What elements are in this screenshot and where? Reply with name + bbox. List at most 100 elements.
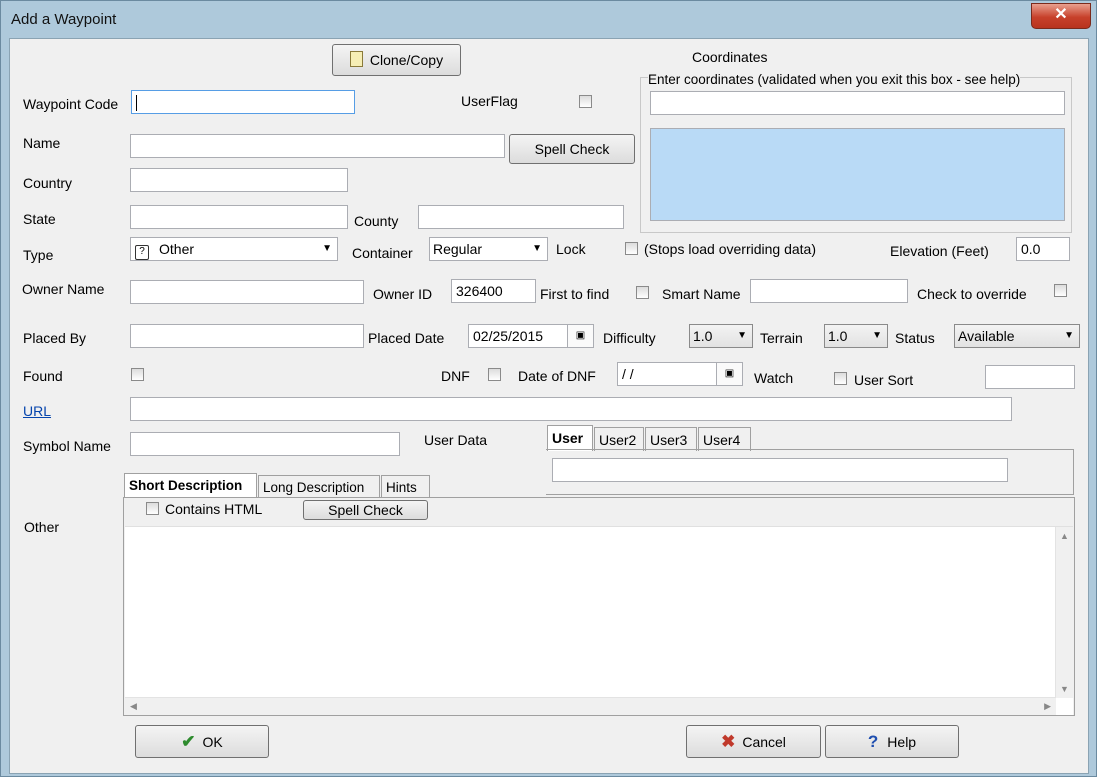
status-select[interactable]: Available ▼: [954, 324, 1080, 348]
container-select[interactable]: Regular ▼: [429, 237, 548, 261]
watch-checkbox[interactable]: [834, 372, 847, 385]
contains-html-checkbox[interactable]: [146, 502, 159, 515]
description-textarea[interactable]: ▲ ▼ ◀ ▶: [125, 526, 1073, 715]
symbol-name-input[interactable]: [130, 432, 400, 456]
chevron-down-icon: ▼: [737, 330, 747, 341]
help-button[interactable]: ? Help: [825, 725, 959, 758]
calendar-icon[interactable]: ▣: [716, 363, 742, 385]
tab-user4[interactable]: User4: [698, 427, 751, 451]
coordinates-result: [650, 128, 1065, 221]
other-label: Other: [24, 519, 60, 535]
vertical-scrollbar[interactable]: ▲ ▼: [1055, 527, 1073, 698]
user-sort-input[interactable]: [985, 365, 1075, 389]
date-of-dnf-label: Date of DNF: [518, 368, 596, 384]
container-label: Container: [352, 245, 413, 261]
smart-name-input[interactable]: [750, 279, 908, 303]
placed-date-value: 02/25/2015: [473, 328, 544, 344]
placed-date-label: Placed Date: [368, 330, 445, 346]
found-checkbox[interactable]: [131, 368, 144, 381]
found-label: Found: [23, 368, 63, 384]
contains-html-label: Contains HTML: [165, 501, 263, 517]
tab-user3[interactable]: User3: [645, 427, 697, 451]
user-data-label: User Data: [424, 432, 488, 448]
cancel-button[interactable]: ✖ Cancel: [686, 725, 821, 758]
watch-label: Watch: [754, 370, 794, 386]
clone-copy-button[interactable]: Clone/Copy: [332, 44, 461, 76]
county-input[interactable]: [418, 205, 624, 229]
tab-user[interactable]: User: [547, 425, 593, 451]
container-value: Regular: [433, 241, 483, 257]
userflag-label: UserFlag: [461, 93, 518, 109]
close-button[interactable]: ✕: [1031, 3, 1091, 29]
elevation-input[interactable]: 0.0: [1016, 237, 1070, 261]
difficulty-select[interactable]: 1.0 ▼: [689, 324, 753, 348]
calendar-icon[interactable]: ▣: [567, 325, 593, 347]
add-waypoint-window: Add a Waypoint ✕ Clone/Copy Coordinates …: [0, 0, 1097, 777]
elevation-label: Elevation (Feet): [890, 243, 989, 259]
coordinates-input[interactable]: [650, 91, 1065, 115]
owner-name-label: Owner Name: [22, 281, 105, 297]
placed-date-input[interactable]: 02/25/2015 ▣: [468, 324, 594, 348]
tab-hints[interactable]: Hints: [381, 475, 430, 499]
type-label: Type: [23, 247, 54, 263]
dialog-body: Clone/Copy Coordinates Enter coordinates…: [9, 38, 1089, 774]
lock-note: (Stops load overriding data): [644, 241, 816, 257]
description-spell-check-button[interactable]: Spell Check: [303, 500, 428, 520]
country-label: Country: [23, 175, 73, 191]
name-label: Name: [23, 135, 61, 151]
tab-long-description[interactable]: Long Description: [258, 475, 380, 499]
placed-by-input[interactable]: [130, 324, 364, 348]
tab-short-description[interactable]: Short Description: [124, 473, 257, 499]
url-link[interactable]: URL: [23, 403, 51, 419]
name-spell-check-button[interactable]: Spell Check: [509, 134, 635, 164]
dnf-label: DNF: [441, 368, 470, 384]
question-icon: ?: [135, 245, 149, 260]
clone-icon: [349, 51, 363, 67]
ok-label: OK: [202, 734, 223, 750]
horizontal-scrollbar[interactable]: ◀ ▶: [125, 697, 1056, 715]
clone-copy-label: Clone/Copy: [369, 52, 444, 68]
scroll-down-icon[interactable]: ▼: [1060, 684, 1069, 694]
description-panel: Contains HTML Spell Check ▲ ▼ ◀ ▶: [123, 497, 1075, 716]
terrain-value: 1.0: [828, 328, 848, 344]
url-input[interactable]: [130, 397, 1012, 421]
coordinates-title: Coordinates: [692, 49, 768, 65]
tab-user2[interactable]: User2: [594, 427, 644, 451]
type-value: Other: [159, 241, 195, 257]
text-caret: [136, 95, 137, 112]
difficulty-label: Difficulty: [603, 330, 656, 346]
chevron-down-icon: ▼: [532, 243, 542, 254]
scroll-up-icon[interactable]: ▲: [1060, 531, 1069, 541]
lock-checkbox[interactable]: [625, 242, 638, 255]
date-of-dnf-input[interactable]: / / ▣: [617, 362, 743, 386]
coordinates-group-label: Enter coordinates (validated when you ex…: [648, 72, 1021, 87]
check-to-override-checkbox[interactable]: [1054, 284, 1067, 297]
owner-id-input[interactable]: 326400: [451, 279, 536, 303]
window-title: Add a Waypoint: [11, 11, 117, 28]
status-value: Available: [958, 328, 1015, 344]
title-bar[interactable]: Add a Waypoint ✕: [1, 1, 1096, 37]
waypoint-code-input[interactable]: [131, 90, 355, 114]
name-input[interactable]: [130, 134, 505, 158]
first-to-find-checkbox[interactable]: [636, 286, 649, 299]
country-input[interactable]: [130, 168, 348, 192]
smart-name-label: Smart Name: [662, 286, 741, 302]
type-select[interactable]: ? Other ▼: [130, 237, 338, 261]
checkmark-icon: ✔: [181, 732, 196, 751]
chevron-down-icon: ▼: [322, 243, 332, 254]
state-input[interactable]: [130, 205, 348, 229]
scroll-left-icon[interactable]: ◀: [130, 701, 137, 712]
difficulty-value: 1.0: [693, 328, 713, 344]
terrain-select[interactable]: 1.0 ▼: [824, 324, 888, 348]
status-label: Status: [895, 330, 935, 346]
waypoint-code-label: Waypoint Code: [23, 96, 119, 112]
owner-id-label: Owner ID: [373, 286, 433, 302]
state-label: State: [23, 211, 56, 227]
date-of-dnf-value: / /: [622, 366, 634, 382]
owner-name-input[interactable]: [130, 280, 364, 304]
description-tabs: Short Description Long Description Hints…: [123, 473, 1075, 716]
scroll-right-icon[interactable]: ▶: [1044, 701, 1051, 712]
ok-button[interactable]: ✔ OK: [135, 725, 269, 758]
dnf-checkbox[interactable]: [488, 368, 501, 381]
userflag-checkbox[interactable]: [579, 95, 592, 108]
